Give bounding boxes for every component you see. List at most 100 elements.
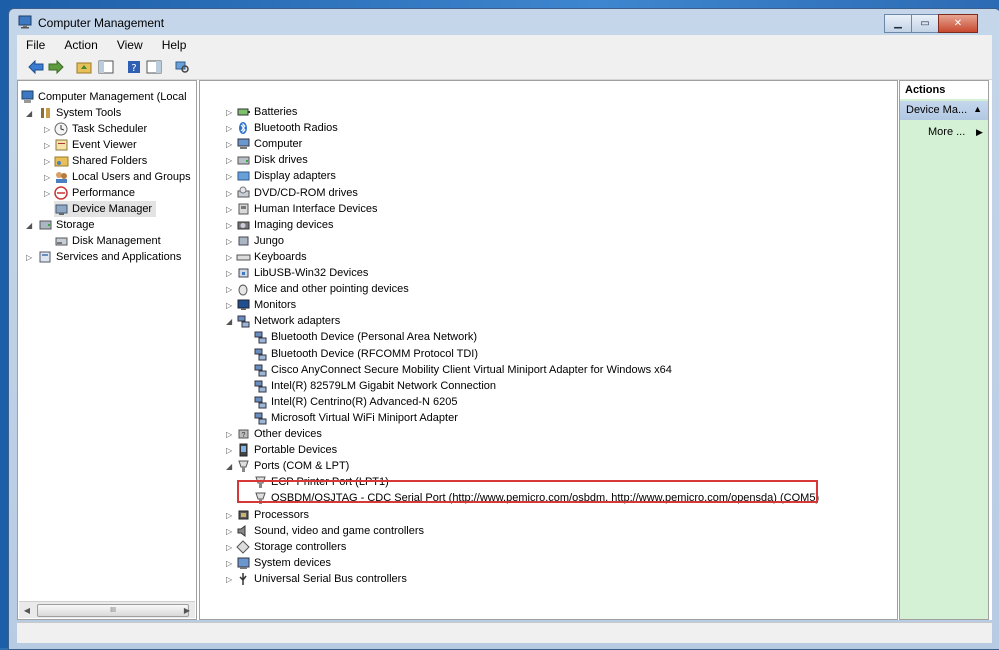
more-actions[interactable]: More ... ▶ [928, 126, 983, 138]
expand-performance-icon[interactable]: ▷ [44, 189, 50, 198]
up-folder-button[interactable] [75, 58, 93, 76]
svg-text:?: ? [131, 63, 136, 74]
actions-section-device-manager[interactable]: Device Ma... ▲ [900, 101, 988, 120]
scroll-right-icon[interactable]: ▶ [179, 602, 195, 618]
expand-task-scheduler-icon[interactable]: ▷ [44, 125, 50, 134]
scan-hardware-button[interactable] [173, 58, 191, 76]
device-label: Other devices [254, 428, 322, 440]
tree-disk-management[interactable]: Disk Management [54, 233, 161, 249]
back-button[interactable] [27, 58, 45, 76]
expand-node-icon[interactable]: ▷ [226, 301, 232, 310]
tree-task-scheduler[interactable]: Task Scheduler [54, 121, 147, 137]
tree-device-manager[interactable]: Device Manager [54, 201, 157, 217]
device-tree-pane: ▷ Batteries ▷ Bluetooth Radios ▷ Computer ▷ Dis… [199, 80, 898, 620]
device-node-computer[interactable]: Computer [236, 136, 302, 152]
expand-node-icon[interactable]: ▷ [226, 156, 232, 165]
tree-services-and-applications[interactable]: Services and Applications [38, 249, 181, 265]
expand-system-tools-icon[interactable]: ◢ [26, 109, 32, 118]
expand-node-icon[interactable]: ▷ [226, 430, 232, 439]
tree-performance[interactable]: Performance [54, 185, 135, 201]
expand-node-icon[interactable]: ▷ [226, 575, 232, 584]
menu-file[interactable]: File [17, 35, 52, 52]
expand-node-icon[interactable]: ▷ [226, 140, 232, 149]
device-node-system-devices[interactable]: System devices [236, 555, 331, 571]
minimize-button[interactable]: ▁ [884, 14, 912, 33]
expand-node-icon[interactable]: ▷ [226, 559, 232, 568]
device-node-processors[interactable]: Processors [236, 507, 309, 523]
expand-node-icon[interactable]: ▷ [226, 511, 232, 520]
expand-node-icon[interactable]: ▷ [226, 108, 232, 117]
expand-node-icon[interactable]: ▷ [226, 285, 232, 294]
scroll-left-icon[interactable]: ◀ [19, 602, 35, 618]
expand-node-icon[interactable]: ▷ [226, 543, 232, 552]
expand-node-icon[interactable]: ▷ [226, 172, 232, 181]
device-node-bluetooth-device-personal-area-network[interactable]: Bluetooth Device (Personal Area Network) [253, 329, 477, 345]
tree-local-users-and-groups[interactable]: Local Users and Groups [54, 169, 191, 185]
scroll-thumb[interactable]: III [37, 604, 189, 617]
collapse-node-icon[interactable]: ◢ [226, 317, 232, 326]
device-node-other-devices[interactable]: ? Other devices [236, 426, 322, 442]
device-label: Intel(R) 82579LM Gigabit Network Connect… [271, 379, 497, 392]
network-icon [254, 412, 267, 425]
device-node-human-interface-devices[interactable]: Human Interface Devices [236, 201, 378, 217]
device-node-intel-r-82579lm-gigabit-network-connecti[interactable]: Intel(R) 82579LM Gigabit Network Connect… [253, 378, 496, 394]
device-node-network-adapters[interactable]: Network adapters [236, 313, 340, 329]
device-node-storage-controllers[interactable]: Storage controllers [236, 539, 346, 555]
expand-local-users-icon[interactable]: ▷ [44, 173, 50, 182]
menu-action[interactable]: Action [55, 35, 104, 52]
device-node-mice-and-other-pointing-devices[interactable]: Mice and other pointing devices [236, 281, 409, 297]
menu-view[interactable]: View [108, 35, 150, 52]
expand-node-icon[interactable]: ▷ [226, 205, 232, 214]
expand-node-icon[interactable]: ▷ [226, 446, 232, 455]
title-bar[interactable]: Computer Management ▁ ▭ ✕ [9, 9, 999, 35]
horizontal-scrollbar[interactable]: ◀ III ▶ [19, 601, 195, 618]
tree-system-tools[interactable]: System Tools [38, 105, 121, 121]
expand-node-icon[interactable]: ▷ [226, 253, 232, 262]
device-node-universal-serial-bus-controllers[interactable]: Universal Serial Bus controllers [236, 571, 407, 587]
device-node-dvd-cd-rom-drives[interactable]: DVD/CD-ROM drives [236, 185, 358, 201]
device-node-microsoft-virtual-wifi-miniport-adapter[interactable]: Microsoft Virtual WiFi Miniport Adapter [253, 410, 458, 426]
expand-services-icon[interactable]: ▷ [26, 253, 32, 262]
help-button[interactable]: ? [125, 58, 143, 76]
forward-button[interactable] [47, 58, 65, 76]
collapse-node-icon[interactable]: ◢ [226, 462, 232, 471]
device-node-disk-drives[interactable]: Disk drives [236, 152, 308, 168]
device-node-keyboards[interactable]: Keyboards [236, 249, 307, 265]
device-node-libusb-win32-devices[interactable]: LibUSB-Win32 Devices [236, 265, 368, 281]
device-node-batteries[interactable]: Batteries [236, 104, 297, 120]
device-node-monitors[interactable]: Monitors [236, 297, 296, 313]
expand-event-viewer-icon[interactable]: ▷ [44, 141, 50, 150]
close-button[interactable]: ✕ [938, 14, 978, 33]
tree-shared-folders[interactable]: Shared Folders [54, 153, 147, 169]
expand-node-icon[interactable]: ▷ [226, 221, 232, 230]
device-node-imaging-devices[interactable]: Imaging devices [236, 217, 334, 233]
menu-help[interactable]: Help [153, 35, 194, 52]
expand-node-icon[interactable]: ▷ [226, 189, 232, 198]
device-node-sound-video-and-game-controllers[interactable]: Sound, video and game controllers [236, 523, 424, 539]
expand-node-icon[interactable]: ▷ [226, 237, 232, 246]
menu-bar: File Action View Help [17, 35, 992, 55]
device-node-cisco-anyconnect-secure-mobility-client-[interactable]: Cisco AnyConnect Secure Mobility Client … [253, 362, 672, 378]
collapse-up-icon[interactable]: ▲ [973, 104, 982, 114]
expand-node-icon[interactable]: ▷ [226, 124, 232, 133]
device-label: Ports (COM & LPT) [254, 460, 350, 473]
tree-storage[interactable]: Storage [38, 217, 95, 233]
device-node-bluetooth-radios[interactable]: Bluetooth Radios [236, 120, 338, 136]
show-hide-console-tree-button[interactable] [97, 58, 115, 76]
device-node-ports-com-lpt[interactable]: Ports (COM & LPT) [236, 458, 349, 474]
expand-shared-folders-icon[interactable]: ▷ [44, 157, 50, 166]
show-action-pane-button[interactable] [145, 58, 163, 76]
computer-icon [237, 138, 250, 150]
tree-event-viewer[interactable]: Event Viewer [54, 137, 137, 153]
device-node-intel-r-centrino-r-advanced-n-6205[interactable]: Intel(R) Centrino(R) Advanced-N 6205 [253, 394, 457, 410]
maximize-button[interactable]: ▭ [911, 14, 939, 33]
device-node-bluetooth-device-rfcomm-protocol-tdi[interactable]: Bluetooth Device (RFCOMM Protocol TDI) [253, 346, 478, 362]
device-node-portable-devices[interactable]: Portable Devices [236, 442, 337, 458]
device-label: Microsoft Virtual WiFi Miniport Adapter [271, 411, 458, 424]
device-node-display-adapters[interactable]: Display adapters [236, 168, 336, 184]
device-node-jungo[interactable]: Jungo [236, 233, 284, 249]
expand-node-icon[interactable]: ▷ [226, 527, 232, 536]
expand-storage-icon[interactable]: ◢ [26, 221, 32, 230]
tree-root-computer-management[interactable]: Computer Management (Local [20, 89, 192, 105]
expand-node-icon[interactable]: ▷ [226, 269, 232, 278]
